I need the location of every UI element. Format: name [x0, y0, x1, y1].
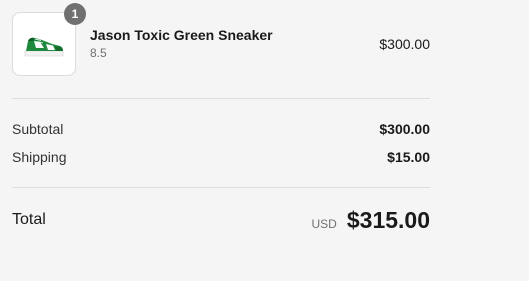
currency-code: USD [311, 217, 337, 231]
shipping-label: Shipping [12, 149, 67, 165]
shipping-value: $15.00 [387, 149, 430, 165]
product-variant: 8.5 [90, 46, 107, 60]
divider [12, 98, 430, 99]
subtotal-label: Subtotal [12, 121, 64, 137]
total-amount: USD $315.00 [312, 207, 430, 234]
product-name: Jason Toxic Green Sneaker [90, 27, 273, 43]
order-summary: 1 Jason Toxic Green Sneaker 8.5 $300.00 … [0, 0, 529, 281]
quantity-badge: 1 [64, 3, 86, 25]
total-label: Total [12, 211, 46, 228]
subtotal-value: $300.00 [379, 121, 430, 137]
product-thumbnail: 1 [12, 3, 86, 76]
product-price: $300.00 [379, 36, 430, 52]
grand-total-value: $315.00 [346, 207, 430, 233]
divider [12, 187, 430, 188]
green-sneaker-icon [24, 37, 64, 57]
